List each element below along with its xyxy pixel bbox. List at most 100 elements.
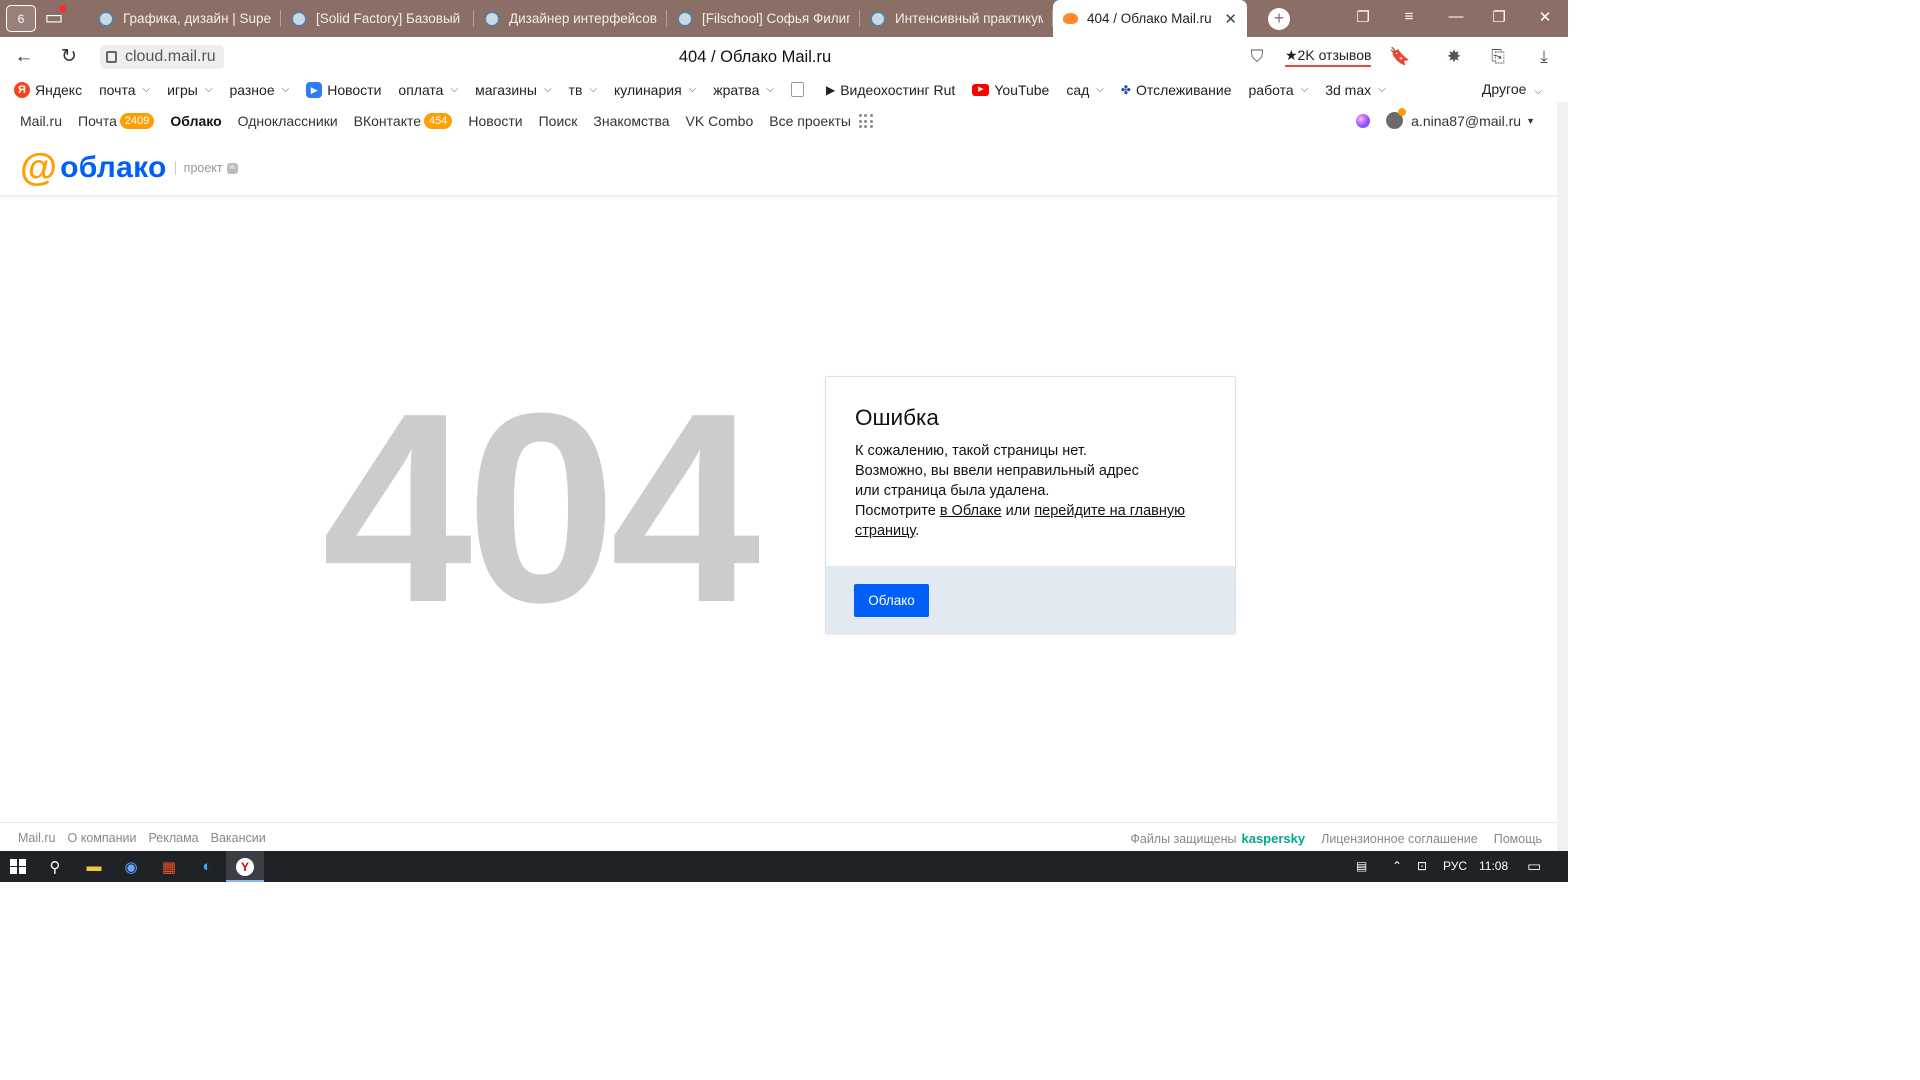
new-tab-group-icon[interactable]: ▭: [42, 5, 66, 29]
bookmark-label: YouTube: [994, 81, 1050, 98]
bookmark-rutube[interactable]: ▶ Видеохостинг Rut: [826, 82, 955, 98]
browser-tab[interactable]: [Solid Factory] Базовый к: [281, 0, 474, 37]
bookmark-other[interactable]: Другое ⌵: [1482, 81, 1542, 97]
portal-link-vk[interactable]: ВКонтакте 454: [354, 113, 453, 129]
tab-favicon-icon: [677, 10, 693, 27]
tray-chevron-up-icon[interactable]: ⌃: [1392, 859, 1402, 873]
browser-tab[interactable]: Графика, дизайн | Supercl: [88, 0, 281, 37]
link-cloud[interactable]: в Облаке: [940, 503, 1002, 519]
bookmark-folder-games[interactable]: игры ⌵: [167, 82, 212, 98]
error-line: или страница была удалена.: [855, 483, 1050, 499]
download-icon[interactable]: ⤓: [1533, 47, 1555, 67]
footer-link-help[interactable]: Помощь: [1494, 832, 1542, 846]
bookmark-folder-cooking[interactable]: кулинария ⌵: [614, 82, 696, 98]
bookmark-youtube[interactable]: ▶ YouTube: [972, 82, 1049, 98]
assistant-orb-icon[interactable]: [1356, 113, 1371, 128]
bookmark-label: магазины: [475, 81, 537, 98]
notification-dot: [59, 5, 66, 12]
menu-icon[interactable]: ≡: [1397, 8, 1421, 25]
user-email[interactable]: a.nina87@mail.ru: [1411, 113, 1521, 129]
extension-star-icon[interactable]: ✸: [1443, 47, 1465, 67]
chevron-down-icon: ⌵: [766, 84, 774, 95]
store-icon[interactable]: ▦: [157, 855, 181, 878]
bookmark-icon[interactable]: 🔖: [1389, 47, 1411, 67]
close-tab-icon[interactable]: ✕: [1224, 10, 1237, 28]
browser-tab[interactable]: Дизайнер интерфейсов: [474, 0, 667, 37]
portal-link-all-projects[interactable]: Все проекты: [769, 113, 873, 129]
notifications-icon[interactable]: ▭: [1527, 857, 1541, 875]
clock[interactable]: 11:08: [1479, 859, 1508, 873]
cloud-button[interactable]: Облако: [854, 584, 929, 617]
bookmark-folder-tv[interactable]: тв ⌵: [569, 82, 597, 98]
chevron-down-icon: ⌵: [1300, 84, 1309, 95]
bookmark-folder-mail[interactable]: почта ⌵: [99, 82, 150, 98]
portal-link-vkcombo[interactable]: VK Combo: [686, 113, 754, 129]
bookmark-news[interactable]: ▶ Новости: [306, 81, 381, 98]
file-explorer-icon[interactable]: ▬: [82, 855, 106, 878]
scrollbar[interactable]: [1557, 102, 1568, 851]
cloud-logo[interactable]: @ облако проект vk: [20, 149, 238, 187]
play-icon: ▶: [825, 82, 836, 97]
close-window-icon[interactable]: ✕: [1533, 8, 1557, 26]
browser-tab-active[interactable]: 404 / Облако Mail.ru ✕: [1053, 0, 1247, 37]
network-icon[interactable]: ⊡: [1417, 859, 1427, 873]
error-title: Ошибка: [855, 405, 939, 430]
footer-link-jobs[interactable]: Вакансии: [211, 831, 266, 845]
kaspersky-logo[interactable]: kaspersky: [1241, 831, 1305, 846]
page-content: Mail.ru Почта 2409 Облако Одноклассники В…: [0, 102, 1557, 851]
bookmark-document[interactable]: [790, 82, 809, 97]
footer-left-links: Mail.ru О компании Реклама Вакансии: [18, 831, 278, 845]
windows-start-icon[interactable]: [6, 855, 30, 878]
news-widget-icon[interactable]: ▤: [1356, 859, 1367, 873]
bookmark-folder-food[interactable]: жратва ⌵: [713, 82, 774, 98]
restore-icon[interactable]: ❐: [1487, 8, 1511, 26]
footer-link-ads[interactable]: Реклама: [148, 831, 198, 845]
browser-tab[interactable]: [Filschool] Софья Филипп: [667, 0, 860, 37]
new-tab-button[interactable]: +: [1268, 8, 1290, 30]
language-indicator[interactable]: РУС: [1443, 859, 1467, 873]
portal-link-ok[interactable]: Одноклассники: [238, 113, 338, 129]
portal-menu: Mail.ru Почта 2409 Облако Одноклассники В…: [0, 102, 1557, 140]
browser-tab-strip: 6 ▭ Графика, дизайн | Supercl [Solid Fac…: [0, 0, 1568, 37]
taskbar-yandex-browser[interactable]: Y: [226, 851, 264, 882]
protect-icon[interactable]: ⛉: [1246, 47, 1268, 67]
footer-link-about[interactable]: О компании: [68, 831, 137, 845]
header-divider: [0, 195, 1557, 199]
portal-link-mail[interactable]: Почта 2409: [78, 113, 155, 129]
bookmark-folder-shops[interactable]: магазины ⌵: [475, 82, 551, 98]
portal-link-cloud[interactable]: Облако: [170, 113, 221, 129]
bookmark-folder-3dmax[interactable]: 3d max ⌵: [1325, 82, 1386, 98]
page-title: 404 / Облако Mail.ru: [678, 48, 832, 66]
tab-counter: 6: [17, 11, 25, 26]
error-line: Возможно, вы ввели неправильный адрес: [855, 463, 1139, 479]
divider: [174, 161, 176, 175]
document-icon: [790, 82, 804, 97]
minimize-icon[interactable]: —: [1444, 8, 1468, 25]
bookmark-folder-garden[interactable]: сад ⌵: [1066, 82, 1104, 98]
bookmark-folder-payment[interactable]: оплата ⌵: [398, 82, 458, 98]
tab-favicon-icon: [870, 10, 886, 27]
tab-counter-button[interactable]: 6: [6, 5, 36, 32]
collections-icon[interactable]: ❐: [1351, 8, 1375, 26]
avatar[interactable]: [1386, 108, 1407, 129]
footer-link-mailru[interactable]: Mail.ru: [18, 831, 56, 845]
caret-down-icon[interactable]: ▼: [1526, 116, 1535, 126]
footer-link-license[interactable]: Лицензионное соглашение: [1321, 832, 1478, 846]
bookmark-tracking[interactable]: ✤ Отслеживание: [1121, 82, 1232, 98]
portal-link-news[interactable]: Новости: [468, 113, 522, 129]
bookmark-folder-misc[interactable]: разное ⌵: [229, 82, 289, 98]
portal-link-dating[interactable]: Знакомства: [593, 113, 669, 129]
bookmark-folder-work[interactable]: работа ⌵: [1249, 82, 1309, 98]
reviews-button[interactable]: ★2K отзывов: [1285, 47, 1372, 67]
search-icon[interactable]: ⚲: [43, 855, 67, 878]
portal-link-search[interactable]: Поиск: [539, 113, 578, 129]
error-line: .: [915, 523, 920, 539]
bookmark-yandex[interactable]: Я Яндекс: [14, 81, 82, 98]
browser-tab[interactable]: Интенсивный практикум: [860, 0, 1053, 37]
chevron-down-icon: ⌵: [142, 84, 151, 95]
edge-icon[interactable]: ◐: [195, 855, 219, 878]
translate-icon[interactable]: ⎘: [1487, 47, 1509, 67]
portal-link-label: Все проекты: [769, 113, 851, 129]
zoom-icon[interactable]: ◉: [119, 855, 143, 878]
portal-link-mailru[interactable]: Mail.ru: [20, 113, 62, 129]
